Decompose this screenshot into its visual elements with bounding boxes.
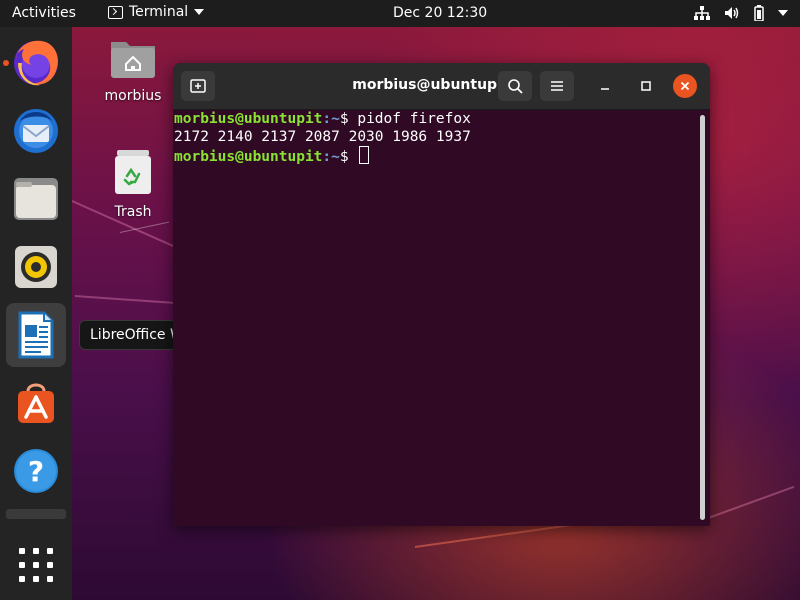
files-icon: [14, 178, 58, 220]
clock[interactable]: Dec 20 12:30: [393, 5, 487, 21]
app-menu[interactable]: Terminal: [108, 4, 205, 20]
prompt-symbol: $: [339, 149, 358, 165]
dock-item-help[interactable]: ?: [6, 441, 66, 501]
menu-button[interactable]: [540, 71, 574, 101]
terminal-command: pidof firefox: [357, 111, 471, 127]
app-menu-label: Terminal: [129, 4, 189, 20]
search-button[interactable]: [498, 71, 532, 101]
wallpaper-streak: [74, 295, 185, 305]
minimize-icon: [601, 88, 609, 90]
home-folder-icon: [111, 42, 155, 78]
terminal-header-bar[interactable]: morbius@ubuntupit: ~: [173, 63, 710, 110]
prompt-symbol: $: [339, 111, 358, 127]
terminal-output: 2172 2140 2137 2087 2030 1986 1937: [174, 129, 471, 145]
terminal-line: morbius@ubuntupit:~$ pidof firefox: [174, 110, 710, 128]
rhythmbox-icon: [15, 246, 57, 288]
desktop-icon-home[interactable]: morbius: [93, 36, 173, 104]
system-tray[interactable]: [694, 5, 788, 21]
terminal-window[interactable]: morbius@ubuntupit: ~ morbius@ubuntupit:~…: [173, 63, 710, 526]
prompt-user: morbius@ubuntupit: [174, 149, 323, 165]
trash-icon: [115, 150, 151, 194]
scrollbar[interactable]: [700, 115, 705, 520]
top-bar: Activities Terminal Dec 20 12:30: [0, 0, 800, 27]
dock-item-rhythmbox[interactable]: [6, 237, 66, 297]
prompt-user: morbius@ubuntupit: [174, 111, 323, 127]
terminal-line: morbius@ubuntupit:~$: [174, 146, 710, 165]
terminal-icon: [108, 5, 123, 19]
maximize-icon: [641, 81, 651, 91]
volume-icon: [725, 7, 739, 19]
terminal-content[interactable]: morbius@ubuntupit:~$ pidof firefox 2172 …: [173, 110, 710, 526]
close-button[interactable]: [673, 74, 697, 98]
dock: ?: [0, 27, 72, 600]
thunderbird-icon: [14, 109, 58, 153]
dock-item-files[interactable]: [6, 169, 66, 229]
dock-item-firefox[interactable]: [6, 33, 66, 93]
show-applications-button[interactable]: [6, 535, 66, 595]
search-icon: [508, 79, 523, 94]
dock-item-libreoffice-writer[interactable]: [6, 303, 66, 367]
close-icon: [680, 81, 690, 91]
caret-down-icon: [194, 9, 205, 15]
system-menu-caret-icon: [778, 10, 788, 16]
desktop-icon-label: Trash: [114, 204, 152, 220]
desktop-icon-trash[interactable]: Trash: [93, 148, 173, 220]
prompt-path: :~: [322, 149, 340, 165]
libreoffice-writer-icon: [18, 311, 54, 359]
dock-item-thunderbird[interactable]: [6, 101, 66, 161]
help-icon: ?: [14, 449, 58, 493]
hamburger-menu-icon: [551, 81, 563, 91]
svg-text:?: ?: [28, 455, 44, 488]
battery-icon: [754, 5, 764, 21]
ubuntu-software-icon: [18, 383, 54, 423]
window-title: morbius@ubuntupit: ~: [352, 77, 531, 93]
network-icon: [694, 6, 710, 20]
minimize-button[interactable]: [593, 74, 617, 98]
maximize-button[interactable]: [634, 74, 658, 98]
wallpaper-streak: [699, 485, 795, 522]
desktop-icon-label: morbius: [104, 88, 162, 104]
app-grid-icon: [19, 548, 53, 582]
dock-separator: [6, 509, 66, 519]
text-cursor: [359, 146, 370, 164]
prompt-path: :~: [322, 111, 340, 127]
dock-item-ubuntu-software[interactable]: [6, 373, 66, 433]
activities-button[interactable]: Activities: [12, 5, 76, 21]
firefox-icon: [14, 40, 58, 86]
